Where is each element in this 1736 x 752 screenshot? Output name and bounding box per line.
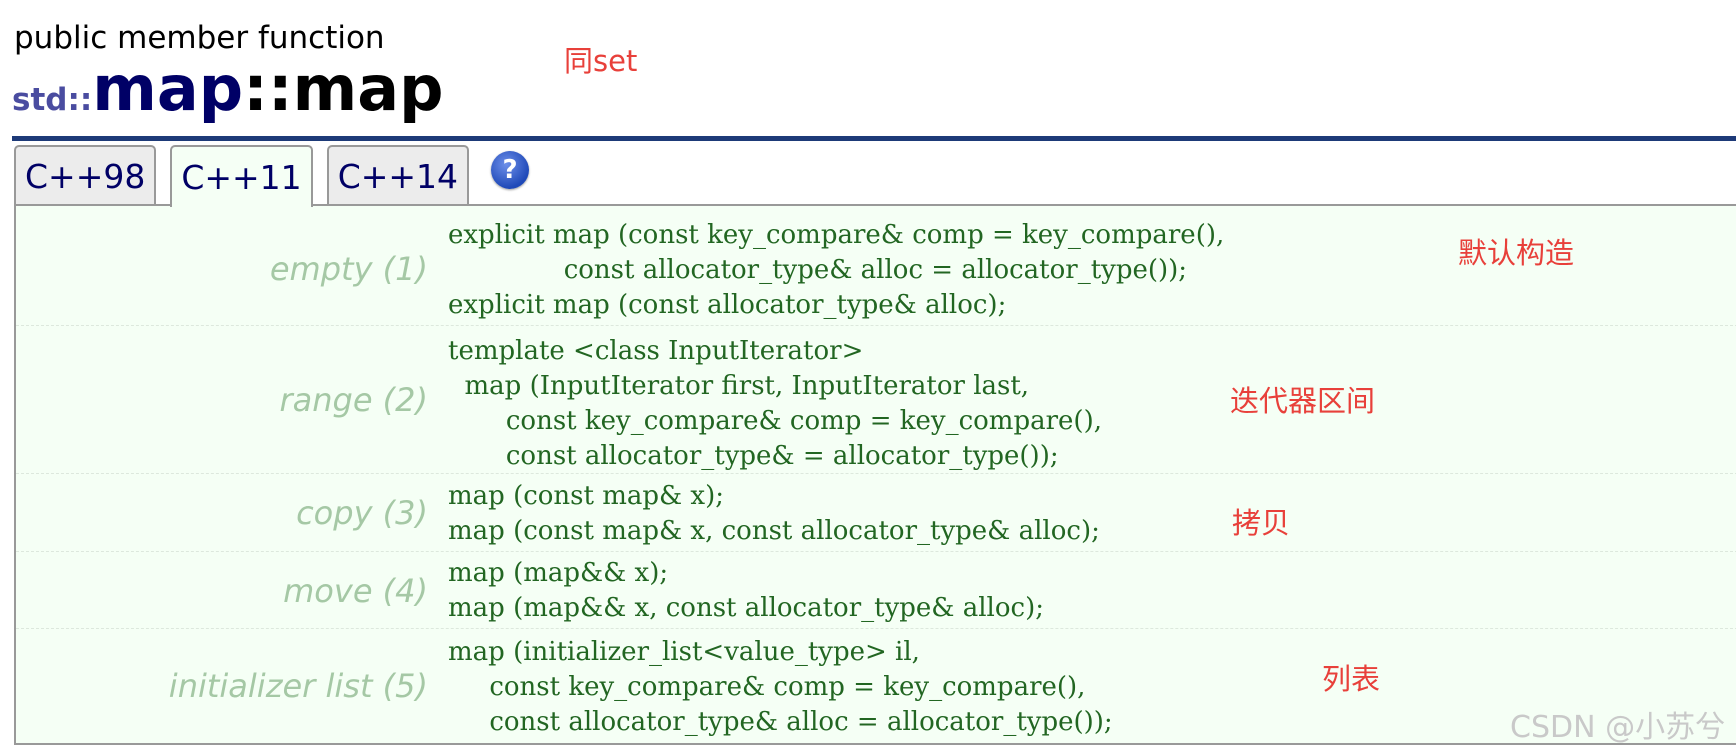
version-tabs: C++98 C++11 C++14 ? [14, 145, 530, 207]
help-icon[interactable]: ? [491, 151, 530, 189]
constructor-row-initializer-list: initializer list (5) map (initializer_li… [16, 629, 1736, 745]
constructor-code: map (initializer_list<value_type> il, co… [448, 637, 1113, 737]
constructor-code: map (map&& x); map (map&& x, const alloc… [448, 558, 1044, 623]
annotation-same-set: 同set [564, 44, 638, 78]
annotation-copy: 拷贝 [1232, 506, 1291, 540]
annotation-default-ctor: 默认构造 [1458, 236, 1575, 270]
annotation-range: 迭代器区间 [1230, 384, 1376, 418]
constructor-label: copy (3) [296, 494, 428, 532]
constructor-panel: empty (1) explicit map (const key_compar… [14, 204, 1736, 745]
tab-cpp14[interactable]: C++14 [326, 145, 470, 205]
title-divider [12, 136, 1736, 141]
constructor-row-range: range (2) template <class InputIterator>… [16, 326, 1736, 474]
constructor-code: template <class InputIterator> map (Inpu… [448, 336, 1102, 471]
constructor-code: map (const map& x); map (const map& x, c… [448, 481, 1100, 546]
constructor-label: range (2) [279, 381, 428, 419]
title-member: ::map [243, 52, 444, 125]
title-class: map [92, 52, 244, 125]
watermark: CSDN @小苏兮 [1510, 710, 1726, 745]
title-namespace: std:: [12, 82, 93, 118]
constructor-label: move (4) [283, 572, 428, 610]
constructor-label: empty (1) [269, 250, 428, 288]
annotation-list: 列表 [1322, 662, 1381, 696]
constructor-row-copy: copy (3) map (const map& x); map (const … [16, 474, 1736, 552]
reference-page: public member function std::map::map 同se… [0, 0, 1736, 752]
member-kind-label: public member function [14, 20, 385, 56]
constructor-code: explicit map (const key_compare& comp = … [448, 220, 1225, 320]
tab-cpp98[interactable]: C++98 [14, 145, 157, 205]
tab-cpp11[interactable]: C++11 [170, 145, 313, 207]
constructor-label: initializer list (5) [168, 667, 428, 705]
constructor-row-move: move (4) map (map&& x); map (map&& x, co… [16, 552, 1736, 629]
page-title: std::map::map [12, 58, 444, 120]
